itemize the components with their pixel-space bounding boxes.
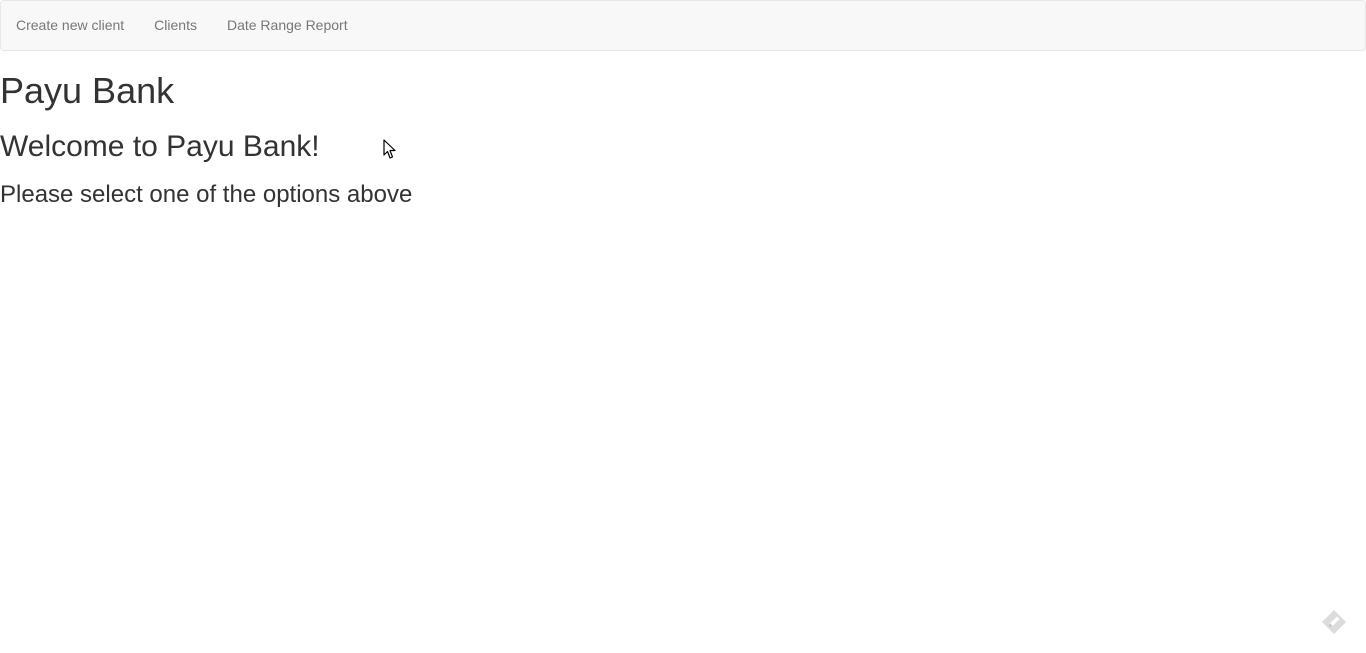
page-title: Payu Bank <box>0 70 175 111</box>
feedback-pencil-icon[interactable] <box>1320 608 1348 636</box>
date-range-report-link[interactable]: Date Range Report <box>212 1 363 49</box>
clients-link[interactable]: Clients <box>139 1 212 49</box>
nav-item-clients: Clients <box>139 1 212 49</box>
create-new-client-link[interactable]: Create new client <box>1 1 139 49</box>
welcome-heading: Welcome to Payu Bank! <box>0 130 320 163</box>
top-navbar: Create new client Clients Date Range Rep… <box>0 0 1366 51</box>
nav-list: Create new client Clients Date Range Rep… <box>1 1 1365 49</box>
mouse-pointer-icon <box>383 139 396 159</box>
nav-item-date-range-report: Date Range Report <box>212 1 363 49</box>
nav-item-create-client: Create new client <box>1 1 139 49</box>
instruction-text: Please select one of the options above <box>0 181 413 208</box>
